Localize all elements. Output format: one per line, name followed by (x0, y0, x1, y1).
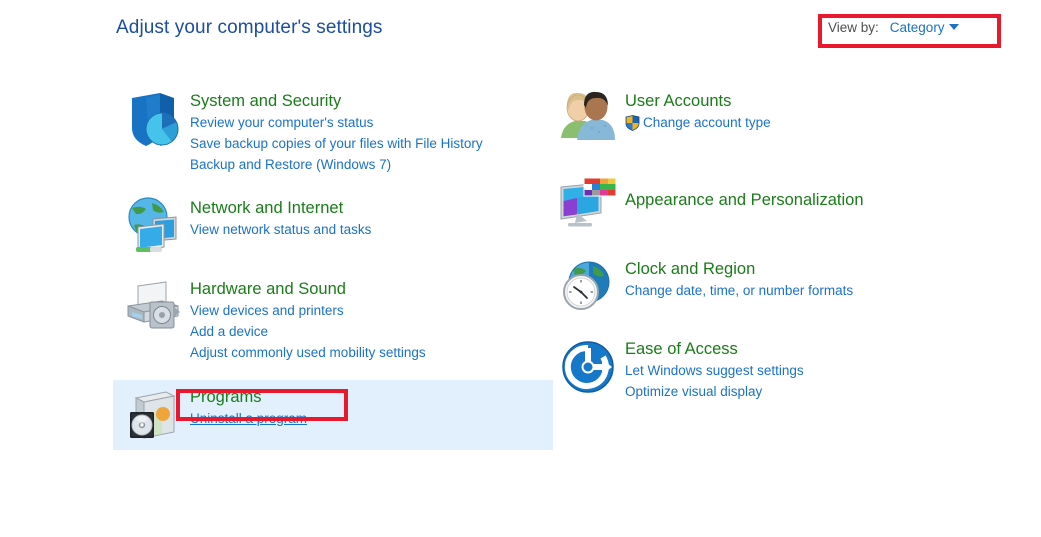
category-hardware-and-sound[interactable]: Hardware and Sound View devices and prin… (113, 272, 553, 369)
category-text: Appearance and Personalization (625, 175, 864, 211)
page-title: Adjust your computer's settings (116, 17, 383, 39)
category-ease-of-access[interactable]: Ease of Access Let Windows suggest setti… (548, 332, 978, 408)
view-by-label: View by: (828, 20, 879, 35)
category-link-uninstall-a-program[interactable]: Uninstall a program (190, 408, 307, 429)
category-heading[interactable]: Programs (190, 386, 307, 408)
category-heading[interactable]: Network and Internet (190, 197, 371, 219)
category-heading[interactable]: User Accounts (625, 90, 771, 112)
category-link[interactable]: View network status and tasks (190, 219, 371, 240)
category-link[interactable]: View devices and printers (190, 300, 344, 321)
category-link[interactable]: Let Windows suggest settings (625, 360, 804, 381)
printer-speaker-icon (122, 276, 184, 336)
category-link[interactable]: Adjust commonly used mobility settings (190, 342, 426, 363)
category-heading[interactable]: Clock and Region (625, 258, 853, 280)
category-link[interactable]: Add a device (190, 321, 268, 342)
category-text: System and Security Review your computer… (190, 88, 483, 175)
category-heading[interactable]: Appearance and Personalization (625, 189, 864, 211)
view-by-value[interactable]: Category (890, 20, 945, 35)
category-text: Clock and Region Change date, time, or n… (625, 256, 853, 301)
view-by-control[interactable]: View by: Category (828, 20, 959, 35)
category-link[interactable]: Change date, time, or number formats (625, 280, 853, 301)
two-people-icon (557, 88, 619, 148)
monitor-color-swatches-icon (557, 175, 619, 235)
category-text: Programs Uninstall a program (190, 384, 307, 429)
category-system-and-security[interactable]: System and Security Review your computer… (113, 84, 553, 181)
program-box-disc-icon (122, 384, 184, 444)
category-link[interactable]: Backup and Restore (Windows 7) (190, 154, 391, 175)
category-link-change-account-type[interactable]: Change account type (625, 112, 771, 133)
category-link-label: Change account type (643, 112, 771, 133)
category-link[interactable]: Optimize visual display (625, 381, 762, 402)
category-column-right: User Accounts Change account type (548, 84, 978, 408)
category-programs[interactable]: Programs Uninstall a program (113, 380, 553, 450)
category-link[interactable]: Save backup copies of your files with Fi… (190, 133, 483, 154)
category-network-and-internet[interactable]: Network and Internet View network status… (113, 191, 553, 261)
category-column-left: System and Security Review your computer… (113, 84, 553, 450)
category-clock-and-region[interactable]: Clock and Region Change date, time, or n… (548, 252, 978, 322)
category-appearance-and-personalization[interactable]: Appearance and Personalization (548, 166, 978, 241)
category-text: Hardware and Sound View devices and prin… (190, 276, 426, 363)
category-user-accounts[interactable]: User Accounts Change account type (548, 84, 978, 154)
category-heading[interactable]: System and Security (190, 90, 483, 112)
category-link[interactable]: Review your computer's status (190, 112, 373, 133)
uac-shield-icon (625, 115, 640, 131)
globe-clock-icon (557, 256, 619, 316)
category-text: Ease of Access Let Windows suggest setti… (625, 336, 804, 402)
view-by-value-group[interactable]: Category (890, 20, 959, 35)
category-text: User Accounts Change account type (625, 88, 771, 133)
accessibility-icon (557, 336, 619, 396)
category-text: Network and Internet View network status… (190, 195, 371, 240)
chevron-down-icon[interactable] (949, 24, 959, 30)
globe-monitors-icon (122, 195, 184, 255)
category-heading[interactable]: Hardware and Sound (190, 278, 426, 300)
shield-pie-chart-icon (122, 88, 184, 148)
category-heading[interactable]: Ease of Access (625, 338, 804, 360)
